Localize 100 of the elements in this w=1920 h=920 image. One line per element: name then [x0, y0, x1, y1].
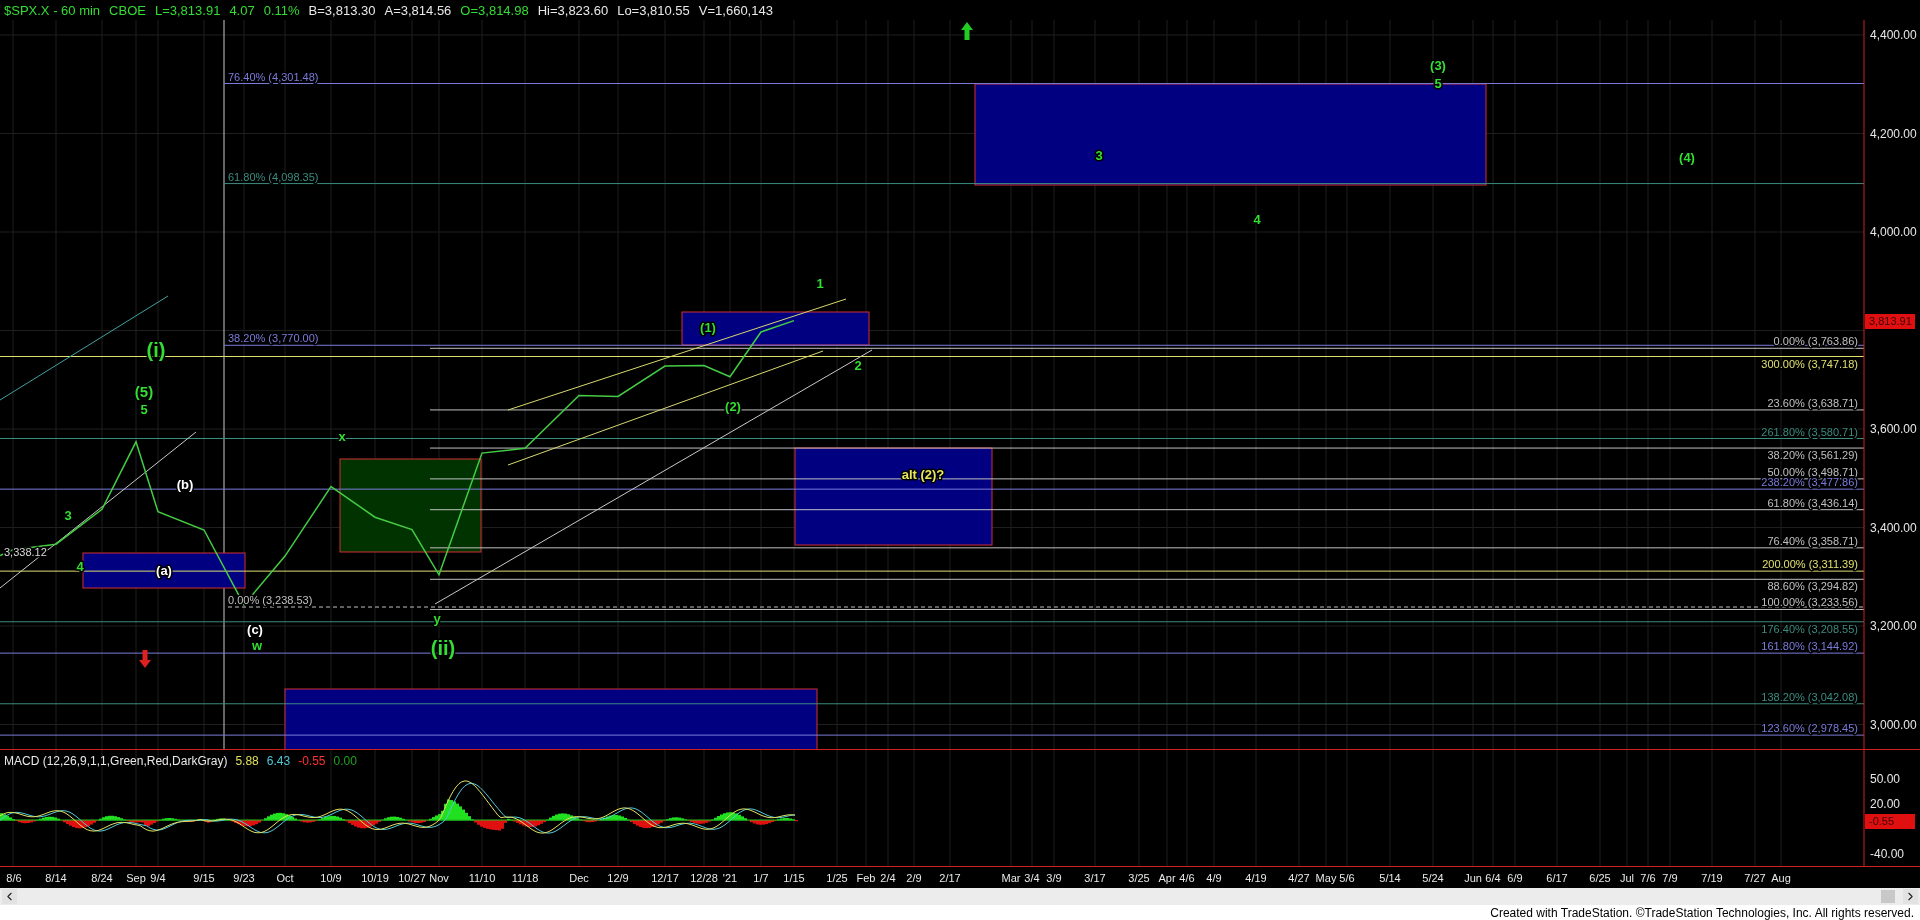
- x-axis-label: 12/17: [651, 872, 679, 884]
- x-axis-label: 8/6: [6, 872, 22, 884]
- quote-field: Hi=3,823.60: [537, 2, 609, 18]
- scroll-left-button[interactable]: [2, 889, 17, 904]
- x-axis-label: Mar: [1001, 872, 1021, 884]
- fib-level-label: 76.40% (3,358.71): [1767, 534, 1858, 547]
- fib-level-label: 38.20% (3,561.29): [1767, 449, 1858, 462]
- x-axis-label: 6/25: [1589, 872, 1611, 884]
- fib-level-label: 0.00% (3,763.86): [1773, 335, 1858, 348]
- x-axis-label: 12/9: [607, 872, 629, 884]
- wave-label: alt (2)?: [901, 467, 945, 482]
- fib-level-label: 261.80% (3,580.71): [1761, 425, 1858, 438]
- x-axis-label: Apr: [1158, 872, 1176, 884]
- fib-level-label: 138.20% (3,042.08): [1761, 690, 1858, 703]
- x-axis-label: 7/6: [1640, 872, 1656, 884]
- down-arrow-icon: [139, 650, 151, 668]
- x-axis-label: '21: [722, 872, 738, 884]
- wave-label: 4: [1253, 212, 1261, 227]
- quote-field: V=1,660,143: [698, 2, 773, 18]
- fib-level-label: 100.00% (3,233.56): [1761, 596, 1858, 609]
- x-axis-label: Aug: [1771, 872, 1791, 884]
- x-axis-label: 8/24: [91, 872, 113, 884]
- x-axis-label: 6/4: [1485, 872, 1501, 884]
- scroll-thumb[interactable]: [1881, 890, 1895, 903]
- x-axis-label: 4/9: [1206, 872, 1222, 884]
- wave-label: 1: [816, 276, 824, 291]
- quote-field: B=3,813.30: [308, 2, 376, 18]
- macd-reading: -0.55: [298, 754, 326, 768]
- x-axis-label: 4/6: [1179, 872, 1195, 884]
- fib-level-label: 61.80% (4,098.35): [228, 170, 319, 183]
- scroll-right-button[interactable]: [1903, 889, 1918, 904]
- x-axis-label: 1/7: [753, 872, 769, 884]
- macd-reading: 5.88: [235, 754, 259, 768]
- macd-reading: 6.43: [266, 754, 291, 768]
- fib-level-label: 176.40% (3,208.55): [1761, 622, 1858, 635]
- quote-field: L=3,813.91: [154, 2, 221, 18]
- last-price-tag: 3,813.91: [1865, 314, 1915, 329]
- fib-level-label: 61.80% (3,436.14): [1767, 496, 1858, 509]
- copyright-text: Created with TradeStation. ©TradeStation Technologies, Inc. All rights reserved.: [0, 905, 1920, 920]
- x-axis-label: 9/15: [193, 872, 215, 884]
- quote-field: 0.11%: [263, 2, 300, 18]
- x-axis-label: 8/14: [45, 872, 67, 884]
- x-axis-label: 4/19: [1245, 872, 1267, 884]
- fib-level-label: 161.80% (3,144.92): [1761, 640, 1858, 653]
- x-axis-label: 9/4: [150, 872, 166, 884]
- x-axis-label: 11/18: [511, 872, 539, 884]
- wave-label: (4): [1679, 150, 1695, 165]
- wave-label: 2: [854, 358, 862, 373]
- x-axis-label: Dec: [569, 872, 589, 884]
- x-axis-label: 3/4: [1024, 872, 1040, 884]
- x-axis-label: May: [1315, 872, 1337, 884]
- wave-label: (i): [146, 339, 166, 361]
- fib-level-label: 300.00% (3,747.18): [1761, 357, 1858, 370]
- fib-level-label: 88.60% (3,294.82): [1767, 580, 1858, 593]
- fib-level-label: 23.60% (3,638.71): [1767, 396, 1858, 409]
- quote-field: O=3,814.98: [460, 2, 529, 18]
- x-axis-label: 3/9: [1046, 872, 1062, 884]
- fib-level-label: 50.00% (3,498.71): [1767, 465, 1858, 478]
- x-axis-label: 7/27: [1744, 872, 1766, 884]
- macd-axis-label: -40.00: [1870, 847, 1905, 861]
- y-axis-label: 3,400.00: [1870, 520, 1917, 535]
- up-arrow-icon: [961, 22, 973, 40]
- x-axis-label: 7/9: [1662, 872, 1678, 884]
- fib-level-label: 123.60% (2,978.45): [1761, 722, 1858, 735]
- macd-axis-label: 20.00: [1870, 797, 1901, 811]
- wave-label: (3): [1430, 58, 1446, 73]
- x-axis-label: 1/15: [783, 872, 805, 884]
- wave-label: 5: [140, 402, 148, 417]
- quote-field: A=3,814.56: [384, 2, 452, 18]
- quote-field: Lo=3,810.55: [617, 2, 690, 18]
- y-axis-label: 3,000.00: [1870, 717, 1917, 732]
- y-axis-label: 4,400.00: [1870, 28, 1917, 42]
- wave-label: (1): [700, 320, 716, 335]
- x-axis-label: Oct: [276, 872, 294, 884]
- x-axis-label: 6/17: [1546, 872, 1568, 884]
- x-axis-label: Jun: [1464, 872, 1482, 884]
- x-axis-label: 7/19: [1701, 872, 1723, 884]
- x-axis-label: 10/9: [320, 872, 342, 884]
- y-axis-label: 3,200.00: [1870, 619, 1917, 633]
- wave-label: 3: [64, 508, 72, 523]
- y-axis-label: 3,600.00: [1870, 422, 1917, 436]
- macd-axis-label: 50.00: [1870, 772, 1901, 786]
- fib-level-label: 200.00% (3,311.39): [1762, 558, 1858, 571]
- x-axis-label: 2/9: [906, 872, 922, 884]
- x-axis-label: Nov: [429, 872, 449, 884]
- x-axis-label: 3/17: [1084, 872, 1106, 884]
- x-axis-label: 3/25: [1128, 872, 1150, 884]
- x-axis-label: 2/4: [880, 872, 896, 884]
- macd-value-tag: -0.55: [1865, 814, 1915, 829]
- x-axis-label: 5/24: [1422, 872, 1444, 884]
- y-axis-label: 4,000.00: [1870, 225, 1917, 239]
- x-axis-label: 4/27: [1288, 872, 1310, 884]
- quote-field: 4.07: [229, 2, 255, 18]
- wave-label: (5): [134, 383, 154, 400]
- x-axis-label: 1/25: [826, 872, 848, 884]
- quote-field: CBOE: [109, 2, 146, 18]
- wave-label: w: [251, 638, 263, 653]
- x-axis-label: 11/10: [468, 872, 496, 884]
- x-axis-label: Jul: [1619, 872, 1635, 884]
- quote-field: $SPX.X - 60 min: [4, 2, 101, 18]
